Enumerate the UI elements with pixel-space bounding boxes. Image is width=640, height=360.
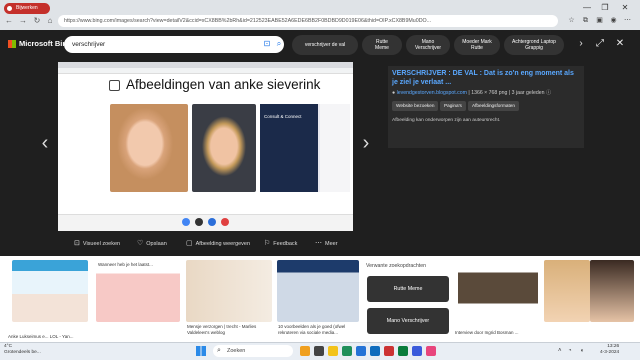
image-icon: ▢ [186,240,193,247]
related-thumbnail[interactable] [544,260,590,322]
previous-image-icon[interactable]: ‹ [37,130,53,156]
thumbnail-caption: Anke Lukseimus e... LOL - Yan... [8,334,74,339]
mail-icon[interactable] [370,346,380,356]
suggestion-card[interactable]: Mano Verschrijver [367,308,449,334]
related-thumbnail[interactable] [186,260,272,322]
app-icon[interactable] [412,346,422,356]
related-pill[interactable]: Rutte Meme [362,35,402,55]
related-thumbnail[interactable] [458,260,538,322]
visit-website-button[interactable]: Website bezoeken [392,101,439,111]
magazine-photo: Consult & Connect [260,104,350,192]
clock[interactable]: 13:26 4-3-2024 [600,344,619,356]
show-image-button[interactable]: ▢ Afbeelding weergeven [186,238,250,250]
related-pill[interactable]: Moeder Mark Rutte [454,35,500,55]
next-image-icon[interactable]: › [358,130,374,156]
visual-search-icon[interactable]: ⊡ [262,39,272,49]
preview-taskbar [58,214,353,231]
related-searches-header: Verwante zoekopdrachten [366,263,426,269]
preview-page-title: Afbeeldingen van anke sieverink [126,77,321,92]
portrait-photo [192,104,256,192]
edge-icon[interactable] [342,346,352,356]
visual-search-icon: ⊡ [74,240,80,247]
pages-button[interactable]: Pagina's [440,101,466,111]
related-thumbnail[interactable] [12,260,88,322]
related-pill[interactable]: verschrijver de val [292,35,358,55]
home-icon[interactable]: ⌂ [45,16,55,26]
search-icon[interactable]: ⌕ [274,39,284,49]
tray-chevron-icon[interactable]: ˄ [558,346,562,356]
heart-icon: ♡ [137,240,144,247]
app-icon [221,218,229,226]
related-thumbnail[interactable] [96,260,180,322]
fullscreen-icon[interactable]: ⤢ [594,37,606,51]
app-icon[interactable] [384,346,394,356]
search-input[interactable]: verschrijver [64,36,284,53]
microsoft-logo-icon [8,39,16,48]
visual-search-button[interactable]: ⊡ Visueel zoeken [74,238,120,250]
image-details-panel: VERSCHRIJVER : DE VAL : Dat is zo'n eng … [388,66,584,148]
app-icon[interactable] [426,346,436,356]
maximize-button[interactable]: ❐ [598,2,612,14]
thumbnail-caption: Wanneer heb je het laatst... [98,262,153,267]
widgets-icon[interactable] [300,346,310,356]
feedback-icon: ⚐ [264,240,271,247]
portrait-photo [110,104,188,192]
thumbnail-caption: 10 voorbeelden als je goed (ofwel rekrut… [278,324,346,335]
task-view-icon[interactable] [314,346,324,356]
app-icon[interactable] [398,346,408,356]
image-title-link[interactable]: VERSCHRIJVER : DE VAL : Dat is zo'n eng … [392,70,580,87]
close-window-button[interactable]: ✕ [618,2,632,14]
source-link[interactable]: levendgestorven.blogspot.com [397,90,467,96]
file-explorer-icon[interactable] [328,346,338,356]
back-icon[interactable]: ← [4,16,14,26]
more-button[interactable]: ⋯ Meer [315,238,338,250]
forward-icon[interactable]: → [18,16,28,26]
menu-icon[interactable]: ⋯ [622,15,633,26]
info-icon[interactable]: ⓘ [546,90,551,96]
image-icon [109,80,120,91]
image-meta: ● levendgestorven.blogspot.com | 1366 × … [392,90,552,96]
weather-widget[interactable]: 4°C Grotendeels be... [4,344,41,356]
browser-tab[interactable]: Bijwerken [4,3,50,14]
profile-icon[interactable]: ◉ [608,15,619,26]
app-icon [195,218,203,226]
windows-start-icon[interactable] [196,346,206,356]
thumbnail-caption: Mensje verzorgen | trecht - Marlies Vald… [187,324,257,335]
wifi-icon[interactable]: ◔ [568,346,572,356]
suggestion-card[interactable]: Rutte Meme [367,276,449,302]
bing-logo[interactable]: Microsoft Bing [8,39,72,48]
next-pills-icon[interactable]: › [575,37,587,51]
image-sizes-button[interactable]: Afbeeldingsformaten [468,101,519,111]
taskbar-search[interactable]: Zoeken [213,345,293,357]
favorite-icon[interactable]: ☆ [566,15,577,26]
related-pill[interactable]: Mano Verschrijver [406,35,450,55]
save-button[interactable]: ♡ Opslaan [137,238,167,250]
volume-icon[interactable]: ◖ [580,346,584,356]
related-pill[interactable]: Achtergrond Laptop Grappig [504,35,564,55]
address-bar[interactable]: https://www.bing.com/images/search?view=… [58,15,558,27]
copyright-note: Afbeelding kan onderworpen zijn aan aute… [392,118,501,123]
related-thumbnail[interactable] [277,260,359,322]
store-icon[interactable] [356,346,366,356]
app-icon [208,218,216,226]
close-viewer-icon[interactable]: ✕ [614,37,626,51]
feedback-button[interactable]: ⚐ Feedback [264,238,297,250]
related-searches: Verwante zoekopdrachten Rutte Meme Mano … [362,258,454,340]
thumbnail-caption: Interview door Ingrid Bosman ... [455,330,519,335]
extensions-icon[interactable]: ⧉ [580,15,591,26]
refresh-icon[interactable]: ↻ [32,16,42,26]
related-thumbnail[interactable] [590,260,634,322]
minimize-button[interactable]: — [580,2,594,14]
collections-icon[interactable]: ▣ [594,15,605,26]
preview-image[interactable]: Afbeeldingen van anke sieverink Consult … [58,62,353,231]
more-icon: ⋯ [315,240,322,247]
chrome-icon [182,218,190,226]
